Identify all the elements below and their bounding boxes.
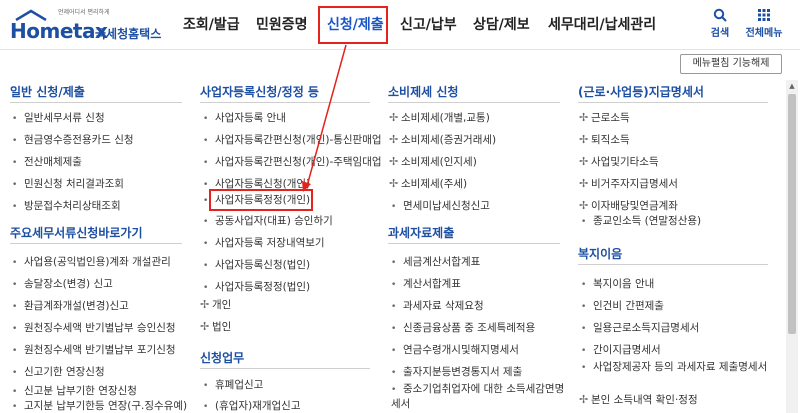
menu-item[interactable]: • 사업자등록정정(법인): [203, 280, 310, 294]
logo-agency-name: 국세청홈택스: [95, 27, 162, 41]
menu-item[interactable]: • 일반세무서류 신청: [12, 111, 105, 125]
menu-item[interactable]: ✢ 본인 소득내역 확인·정정: [579, 393, 698, 407]
menu-item[interactable]: • 과세자료 삭제요청: [391, 299, 484, 313]
menu-item[interactable]: • 사업자등록 안내: [203, 111, 286, 125]
gnb-tax-agent[interactable]: 세무대리/납세관리: [548, 0, 656, 50]
menu-item[interactable]: • (휴업자)재개업신고: [203, 399, 300, 413]
scrollbar[interactable]: ▲: [786, 80, 798, 413]
divider: [10, 243, 182, 244]
menu-item[interactable]: • 현금영수증전용카드 신청: [12, 133, 134, 147]
expand-item[interactable]: ✢ 법인: [200, 320, 231, 334]
search-label: 검색: [710, 28, 730, 39]
menu-item[interactable]: • 공동사업자(대표) 승인하기: [203, 214, 333, 228]
plus-icon: ✢: [579, 111, 589, 124]
menu-item[interactable]: • 복지이음 안내: [581, 277, 654, 291]
plus-icon: ✢: [579, 177, 589, 190]
menu-expand-toggle-button[interactable]: 메뉴펼침 기능해제: [680, 54, 782, 74]
menu-item[interactable]: • 사업자등록간편신청(개인)-통신판매업: [203, 133, 382, 147]
plus-icon: ✢: [579, 155, 589, 168]
menu-item[interactable]: • 계산서합계표: [391, 277, 461, 291]
plus-icon: ✢: [389, 177, 399, 190]
plus-icon: ✢: [579, 393, 589, 406]
menu-item[interactable]: • 휴폐업신고: [203, 378, 263, 392]
divider: [388, 102, 560, 103]
menu-item[interactable]: • 방문접수처리상태조회: [12, 199, 121, 213]
menu-item[interactable]: • 출자지분등변경통지서 제출: [391, 365, 522, 379]
menu-item[interactable]: ✢ 소비제세(개별,교통): [389, 111, 490, 125]
gnb-consult-report[interactable]: 상담/제보: [473, 0, 530, 50]
menu-item[interactable]: • 세금계산서합계표: [391, 255, 480, 269]
search-icon: [713, 8, 727, 22]
menu-item[interactable]: • 사업자등록 저장내역보기: [203, 236, 325, 250]
section-title-payment-statement: (근로·사업등)지급명세서: [578, 85, 704, 99]
all-menu-button[interactable]: 전체메뉴: [740, 8, 788, 39]
divider: [200, 102, 370, 103]
menu-item[interactable]: ✢ 퇴직소득: [579, 133, 630, 147]
menu-item[interactable]: • 면세미납세신청신고: [391, 199, 490, 213]
menu-item[interactable]: • 민원신청 처리결과조회: [12, 177, 124, 191]
menu-item[interactable]: • 종교인소득 (연말정산용): [581, 214, 701, 228]
gnb-certificate[interactable]: 민원증명: [256, 0, 308, 50]
menu-item[interactable]: • 사업장제공자 등의 과세자료 제출명세서: [581, 360, 781, 375]
divider: [200, 368, 370, 369]
menu-item[interactable]: ✢ 이자배당및연금계좌: [579, 199, 678, 213]
menu-item[interactable]: • 일용근로소득지급명세서: [581, 321, 699, 335]
section-title-shortcuts: 주요세무서류신청바로가기: [10, 226, 143, 240]
logo-wordmark: Hometax: [10, 19, 108, 43]
section-title-tax-data-submit: 과세자료제출: [388, 226, 455, 240]
gnb-report-pay[interactable]: 신고/납부: [400, 0, 457, 50]
section-title-welfare: 복지이음: [578, 247, 623, 261]
highlight-box: [209, 189, 313, 211]
menu-item[interactable]: • 사업자등록간편신청(개인)-주택임대업: [203, 155, 382, 169]
menu-item[interactable]: ✢ 소비제세(증권거래세): [389, 133, 496, 147]
grid-menu-icon: [758, 9, 770, 21]
divider: [578, 264, 768, 265]
divider: [10, 102, 182, 103]
menu-item[interactable]: • 신종금융상품 중 조세특례적용: [391, 321, 535, 335]
menu-item[interactable]: • 간이지급명세서: [581, 343, 661, 357]
scrollbar-thumb[interactable]: [788, 94, 796, 334]
menu-item[interactable]: ✢ 소비제세(인지세): [389, 155, 477, 169]
menu-item[interactable]: • 송달장소(변경) 신고: [12, 277, 113, 291]
menu-item[interactable]: ✢ 비거주자지급명세서: [579, 177, 678, 191]
menu-item[interactable]: • 연금수령개시및해지명세서: [391, 343, 519, 357]
menu-item[interactable]: • 원천징수세액 반기별납부 승인신청: [12, 321, 176, 335]
section-title-business-registration: 사업자등록신청/정정 등: [200, 85, 319, 99]
gnb-highlight-box: [318, 6, 388, 44]
menu-item[interactable]: ✢ 소비제세(주세): [389, 177, 467, 191]
header: 언제어디서 편리하게 Hometax 국세청홈택스 조회/발급 민원증명 신청/…: [0, 0, 800, 50]
plus-icon: ✢: [389, 111, 399, 124]
expand-item[interactable]: ✢ 개인: [200, 298, 231, 312]
menu-item[interactable]: • 신고기한 연장신청: [12, 365, 105, 379]
plus-icon: ✢: [579, 199, 589, 212]
menu-item[interactable]: ✢ 사업및기타소득: [579, 155, 659, 169]
menu-item[interactable]: • 사업용(공익법인용)계좌 개설관리: [12, 255, 171, 269]
gnb-inquiry[interactable]: 조회/발급: [183, 0, 240, 50]
menu-item[interactable]: • 사업자등록신청(법인): [203, 258, 310, 272]
menu-item[interactable]: • 고지분 납부기한등 연장(구.징수유예): [12, 399, 187, 413]
menu-item[interactable]: • 환급계좌개설(변경)신고: [12, 299, 129, 313]
menu-item[interactable]: ✢ 근로소득: [579, 111, 630, 125]
logo-tagline: 언제어디서 편리하게: [58, 9, 110, 16]
plus-icon: ✢: [389, 155, 399, 168]
plus-icon: ✢: [389, 133, 399, 146]
hometax-logo[interactable]: 언제어디서 편리하게 Hometax 국세청홈택스: [8, 6, 168, 46]
menu-item[interactable]: • 원천징수세액 반기별납부 포기신청: [12, 343, 176, 357]
divider: [578, 102, 768, 103]
all-menu-label: 전체메뉴: [745, 28, 783, 39]
menu-item[interactable]: • 중소기업취업자에 대한 소득세감면명세서: [391, 382, 566, 411]
plus-icon: ✢: [200, 320, 210, 333]
menu-item[interactable]: • 전산매체제출: [12, 155, 82, 169]
section-title-general-apply: 일반 신청/제출: [10, 85, 85, 99]
section-title-apply-work: 신청업무: [200, 351, 245, 365]
plus-icon: ✢: [200, 298, 210, 311]
divider: [388, 243, 560, 244]
plus-icon: ✢: [579, 133, 589, 146]
menu-item[interactable]: • 인건비 간편제출: [581, 299, 664, 313]
menu-item[interactable]: • 신고분 납부기한 연장신청: [12, 384, 137, 398]
scroll-up-arrow-icon[interactable]: ▲: [786, 80, 798, 92]
section-title-consumption-tax: 소비제세 신청: [388, 85, 459, 99]
hometax-page: 언제어디서 편리하게 Hometax 국세청홈택스 조회/발급 민원증명 신청/…: [0, 0, 800, 413]
search-button[interactable]: 검색: [696, 8, 744, 39]
